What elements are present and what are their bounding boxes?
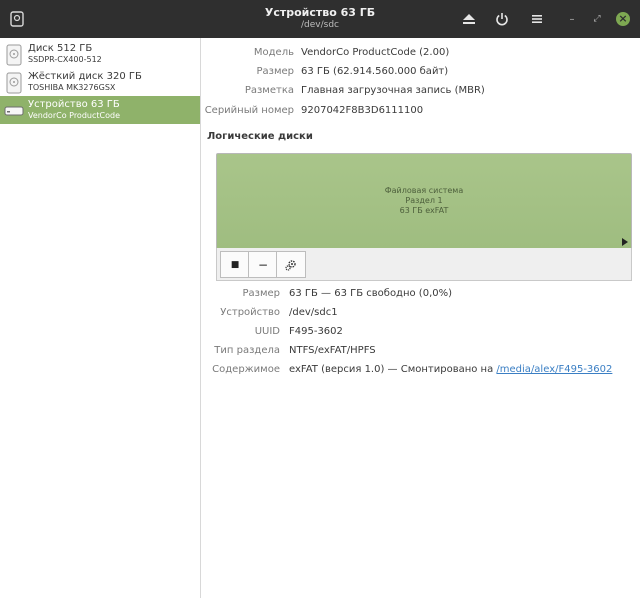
uuid-value: F495-3602 [289,326,343,337]
drive-model: SSDPR-CX400-512 [28,55,102,64]
partitioning-row: Разметка Главная загрузочная запись (MBR… [201,84,640,98]
serial-label: Серийный номер [204,105,294,116]
drive-name: Жёсткий диск 320 ГБ [28,71,142,82]
partition-number-text: Раздел 1 [405,196,443,205]
drive-list-sidebar: Диск 512 ГБ SSDPR-CX400-512 Жёсткий диск… [0,38,201,598]
drive-model: VendorCo ProductCode [28,111,120,120]
partition-size-label: Размер [242,288,280,299]
maximize-button[interactable]: ⤢ [590,12,604,26]
partition-type-row: Тип раздела NTFS/exFAT/HPFS [201,344,640,358]
disk-icon [6,44,22,66]
window-subtitle-text: /dev/sdc [301,20,339,30]
size-value: 63 ГБ (62.914.560.000 байт) [301,66,449,77]
maximize-icon: ⤢ [593,14,601,24]
contents-row: Содержимое exFAT (версия 1.0) — Смонтиро… [201,363,640,377]
partitioning-value: Главная загрузочная запись (MBR) [301,85,485,96]
partition-type-label: Тип раздела [214,345,280,356]
eject-button[interactable] [458,9,480,29]
power-off-button[interactable] [491,9,513,29]
contents-text: exFAT (версия 1.0) — Смонтировано на [289,364,494,375]
uuid-label: UUID [254,326,280,337]
disks-app-icon [9,10,25,28]
contents-value: exFAT (версия 1.0) — Смонтировано на /me… [289,363,612,377]
drive-details-panel: Модель VendorCo ProductCode (2.00) Разме… [201,38,640,598]
drive-model: TOSHIBA MK3276GSX [28,83,116,92]
partition-type-value: NTFS/exFAT/HPFS [289,345,376,356]
model-value: VendorCo ProductCode (2.00) [301,47,450,58]
partition-size-row: Размер 63 ГБ — 63 ГБ свободно (0,0%) [201,287,640,301]
partition-options-button[interactable] [276,251,306,278]
serial-value: 9207042F8B3D6111100 [301,105,424,116]
hard-disk-icon [6,72,22,94]
stop-icon: ■ [230,259,240,270]
device-value: /dev/sdc1 [289,307,338,318]
eject-icon [463,14,475,24]
partition-type-text: Файловая система [384,186,464,195]
minimize-button[interactable]: – [565,12,579,26]
partition-block[interactable]: Файловая система Раздел 1 63 ГБ exFAT [216,153,632,250]
partition-label: Файловая система Раздел 1 63 ГБ exFAT [217,186,631,216]
mount-point-link[interactable]: /media/alex/F495-3602 [496,364,612,375]
minimize-icon: – [569,13,575,25]
gears-icon [285,259,296,271]
drive-name: Диск 512 ГБ [28,43,93,54]
volumes-heading: Логические диски [207,131,313,142]
close-icon: × [618,12,628,25]
drive-list-item-selected[interactable]: Устройство 63 ГБ VendorCo ProductCode [0,96,200,124]
title-bar: Устройство 63 ГБ /dev/sdc – ⤢ × [0,0,640,38]
contents-label: Содержимое [212,364,280,375]
hamburger-menu-icon [532,15,542,23]
partition-size-value: 63 ГБ — 63 ГБ свободно (0,0%) [289,288,453,299]
mounted-indicator-icon [622,238,628,246]
drive-name: Устройство 63 ГБ [28,99,120,110]
size-label: Размер [256,66,294,77]
size-row: Размер 63 ГБ (62.914.560.000 байт) [201,65,640,79]
device-label: Устройство [220,307,280,318]
drive-menu-button[interactable] [526,9,548,29]
power-icon [496,13,508,26]
model-row: Модель VendorCo ProductCode (2.00) [201,46,640,60]
drive-list-item[interactable]: Жёсткий диск 320 ГБ TOSHIBA MK3276GSX [0,68,200,96]
uuid-row: UUID F495-3602 [201,325,640,339]
model-label: Модель [253,47,294,58]
delete-partition-button[interactable]: − [248,251,278,278]
window-title: Устройство 63 ГБ /dev/sdc [200,6,440,32]
close-button[interactable]: × [616,12,630,26]
partition-size-text: 63 ГБ exFAT [399,206,449,215]
volume-toolbar: ■ − [216,248,632,281]
partitioning-label: Разметка [244,85,294,96]
partition-device-row: Устройство /dev/sdc1 [201,306,640,320]
drive-list-item[interactable]: Диск 512 ГБ SSDPR-CX400-512 [0,40,200,68]
unmount-button[interactable]: ■ [220,251,250,278]
removable-drive-icon [4,106,24,116]
window-title-text: Устройство 63 ГБ [264,6,376,19]
minus-icon: − [257,257,269,272]
serial-row: Серийный номер 9207042F8B3D6111100 [201,104,640,118]
